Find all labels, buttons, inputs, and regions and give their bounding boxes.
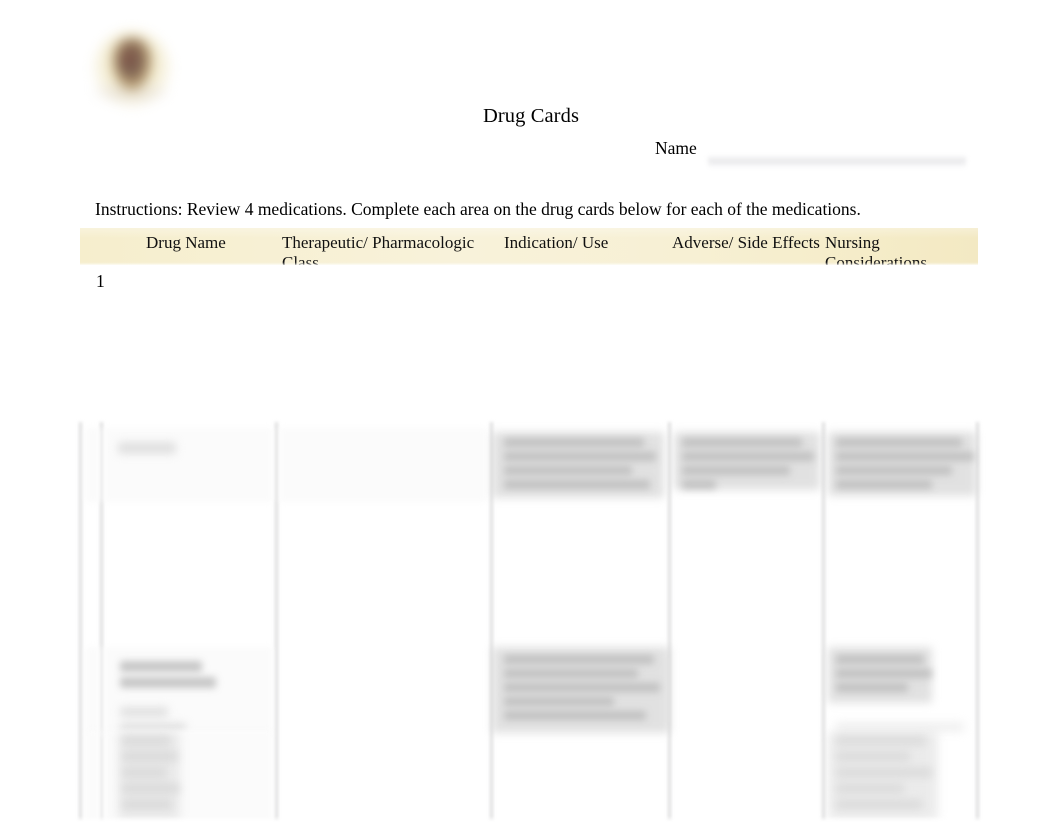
- redacted-text: [122, 784, 180, 793]
- redacted-text: [836, 768, 932, 777]
- redacted-text: [836, 655, 924, 664]
- redacted-text: [836, 452, 974, 461]
- redacted-text: [504, 669, 638, 678]
- redacted-text: [504, 697, 614, 706]
- page-bottom-fade: [0, 816, 1062, 822]
- redacted-text: [836, 752, 910, 761]
- header-white-overlay: [66, 265, 996, 285]
- instructions-text: Instructions: Review 4 medications. Comp…: [95, 199, 861, 219]
- cell-background: [86, 428, 100, 502]
- cell-background: [86, 730, 100, 822]
- table-row[interactable]: [80, 424, 978, 504]
- column-header-nursing-considerations-line1: Nursing: [825, 233, 880, 252]
- redacted-text: [682, 466, 790, 475]
- redacted-text: [836, 669, 932, 678]
- name-field-line[interactable]: [708, 155, 966, 168]
- redacted-text: [504, 466, 632, 475]
- redacted-text: [504, 711, 646, 720]
- redacted-text: [120, 677, 216, 688]
- redacted-text: [120, 707, 168, 717]
- redacted-text: [682, 452, 814, 461]
- redacted-text: [836, 438, 962, 447]
- redacted-text: [836, 480, 932, 489]
- column-header-drug-name: Drug Name: [146, 233, 226, 252]
- redacted-text: [836, 736, 926, 745]
- redacted-text: [120, 661, 202, 672]
- page-title: Drug Cards: [482, 105, 580, 127]
- redacted-text: [504, 683, 660, 692]
- redacted-text: [836, 784, 904, 793]
- table-row[interactable]: [80, 645, 978, 737]
- logo-core: [119, 48, 142, 76]
- redacted-text: [504, 452, 656, 461]
- redacted-text: [836, 800, 922, 809]
- redacted-text: [682, 480, 716, 489]
- redacted-text: [122, 768, 166, 777]
- redacted-text: [122, 800, 172, 809]
- school-crest-logo: [86, 28, 178, 110]
- cell-background: [280, 428, 486, 502]
- cell-background: [104, 428, 272, 502]
- redacted-text: [682, 438, 802, 447]
- redacted-text: [118, 442, 176, 454]
- redacted-text: [836, 466, 952, 475]
- name-label: Name: [655, 138, 697, 158]
- table-row[interactable]: [80, 730, 978, 822]
- document-page: Drug Cards Name Instructions: Review 4 m…: [0, 0, 1062, 822]
- redacted-text: [122, 736, 170, 745]
- drug-cards-table: Drug Name Therapeutic/ Pharmacologic Cla…: [66, 228, 996, 822]
- redacted-text: [504, 480, 650, 489]
- redacted-text: [836, 683, 908, 692]
- redacted-text: [504, 438, 644, 447]
- column-header-indication: Indication/ Use: [504, 233, 609, 252]
- cell-background: [86, 647, 100, 737]
- table-row-number: 1: [96, 271, 105, 291]
- redacted-text: [122, 752, 178, 761]
- redacted-text: [504, 655, 654, 664]
- column-header-therapeutic-class-line1: Therapeutic/ Pharmacologic: [282, 233, 475, 252]
